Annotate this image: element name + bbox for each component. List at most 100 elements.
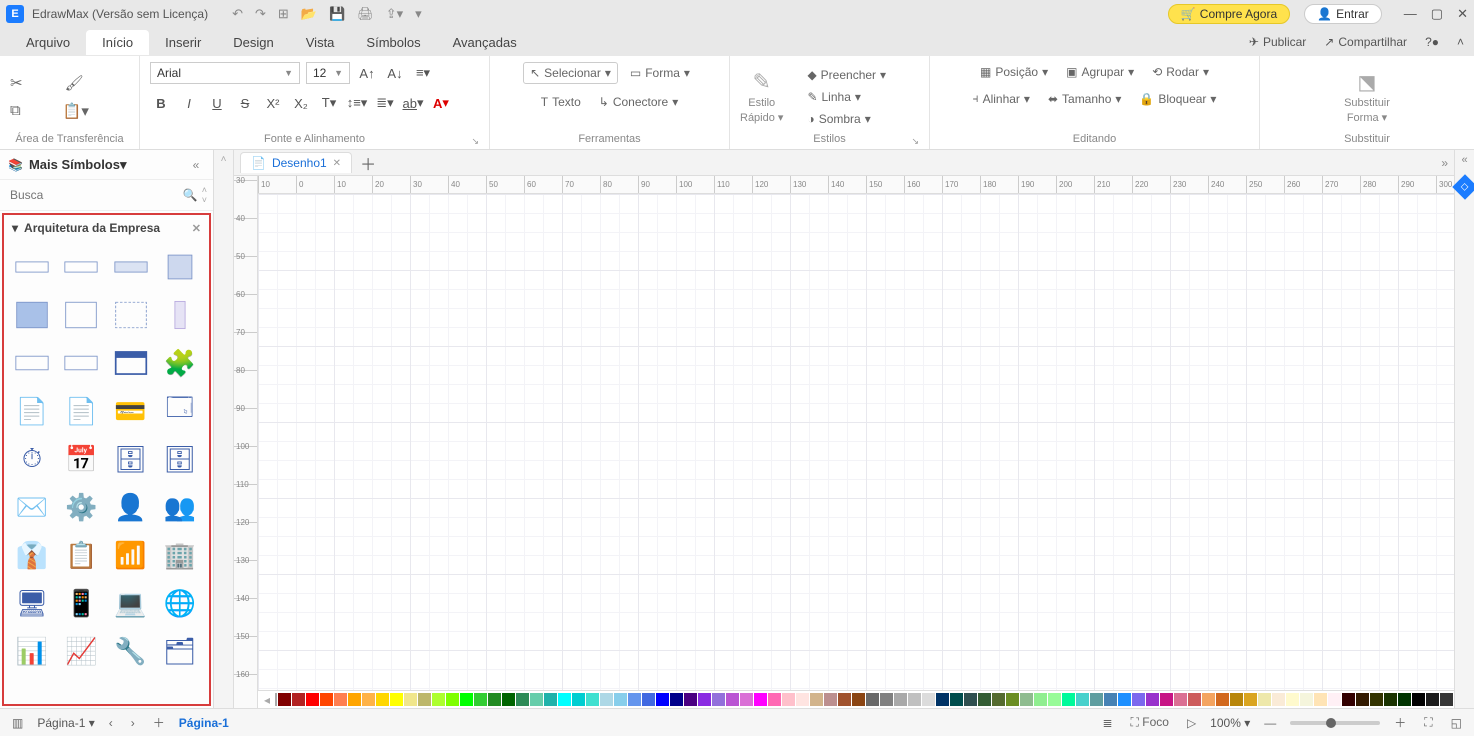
color-swatch[interactable] xyxy=(474,693,487,706)
color-swatch[interactable] xyxy=(628,693,641,706)
line-button[interactable]: ✎ Linha ▾ xyxy=(801,87,892,107)
symbol-5[interactable] xyxy=(61,297,101,333)
color-swatch[interactable] xyxy=(502,693,515,706)
symbol-29[interactable]: 📱 xyxy=(61,585,101,621)
symbol-2[interactable] xyxy=(111,249,151,285)
qat-more-icon[interactable]: ▾ xyxy=(415,6,422,22)
prev-page-icon[interactable]: ‹ xyxy=(105,716,117,730)
symbol-30[interactable]: 💻 xyxy=(111,585,151,621)
color-swatch[interactable] xyxy=(978,693,991,706)
undo-icon[interactable]: ↶ xyxy=(232,6,243,22)
color-swatch[interactable] xyxy=(712,693,725,706)
symbol-4[interactable] xyxy=(12,297,52,333)
color-swatch[interactable] xyxy=(1342,693,1355,706)
zoom-out-icon[interactable]: — xyxy=(1260,716,1280,730)
symbol-7[interactable] xyxy=(160,297,200,333)
color-swatch[interactable] xyxy=(516,693,529,706)
page-selector[interactable]: Página-1 ▾ xyxy=(37,716,94,730)
select-tool-button[interactable]: ↖ Selecionar ▾ xyxy=(523,62,618,84)
color-swatch[interactable] xyxy=(656,693,669,706)
presentation-icon[interactable]: ▷ xyxy=(1183,716,1200,730)
color-swatch[interactable] xyxy=(1174,693,1187,706)
color-swatch[interactable] xyxy=(1426,693,1439,706)
search-down-icon[interactable]: ˅ xyxy=(202,195,207,205)
symbol-17[interactable]: 📅 xyxy=(61,441,101,477)
group-button[interactable]: ▣ Agrupar ▾ xyxy=(1060,62,1140,82)
color-swatch[interactable] xyxy=(544,693,557,706)
add-document-icon[interactable]: ＋ xyxy=(360,151,376,175)
tab-inserir[interactable]: Inserir xyxy=(149,30,217,55)
tab-símbolos[interactable]: Símbolos xyxy=(350,30,436,55)
symbol-31[interactable]: 🌐 xyxy=(160,585,200,621)
pages-panel-icon[interactable]: ▥ xyxy=(8,716,27,730)
color-swatch[interactable] xyxy=(796,693,809,706)
size-button[interactable]: ⬌ Tamanho ▾ xyxy=(1042,89,1127,109)
symbol-26[interactable]: 📶 xyxy=(111,537,151,573)
color-swatch[interactable] xyxy=(1244,693,1257,706)
color-swatch[interactable] xyxy=(768,693,781,706)
color-swatch[interactable] xyxy=(726,693,739,706)
color-swatch[interactable] xyxy=(1440,693,1453,706)
color-swatch[interactable] xyxy=(530,693,543,706)
search-up-icon[interactable]: ˄ xyxy=(202,185,207,195)
color-swatch[interactable] xyxy=(418,693,431,706)
symbol-6[interactable] xyxy=(111,297,151,333)
symbol-20[interactable]: ✉️ xyxy=(12,489,52,525)
color-swatch[interactable] xyxy=(348,693,361,706)
color-swatch[interactable] xyxy=(1020,693,1033,706)
color-swatch[interactable] xyxy=(432,693,445,706)
color-swatch[interactable] xyxy=(572,693,585,706)
strikethrough-button[interactable]: S xyxy=(234,92,256,114)
color-swatch[interactable] xyxy=(754,693,767,706)
color-swatch[interactable] xyxy=(950,693,963,706)
export-icon[interactable]: ⇪▾ xyxy=(386,6,403,22)
shrink-font-icon[interactable]: A↓ xyxy=(384,62,406,84)
symbol-32[interactable]: 📊 xyxy=(12,633,52,669)
shape-tool-button[interactable]: ▭ Forma ▾ xyxy=(624,63,696,83)
color-swatch[interactable] xyxy=(1104,693,1117,706)
grow-font-icon[interactable]: A↑ xyxy=(356,62,378,84)
focus-mode-button[interactable]: ⛶ Foco xyxy=(1127,715,1173,730)
color-swatch[interactable] xyxy=(558,693,571,706)
rail-up-icon[interactable]: ˄ xyxy=(221,154,227,165)
symbol-22[interactable]: 👤 xyxy=(111,489,151,525)
symbol-19[interactable]: 🗄 xyxy=(160,441,200,477)
page-tab[interactable]: Página-1 xyxy=(179,716,229,730)
superscript-button[interactable]: X² xyxy=(262,92,284,114)
tab-design[interactable]: Design xyxy=(217,30,289,55)
color-swatch[interactable] xyxy=(1286,693,1299,706)
add-page-icon[interactable]: ＋ xyxy=(149,714,169,731)
fullscreen-icon[interactable]: ◱ xyxy=(1447,716,1466,730)
layers-icon[interactable]: ≣ xyxy=(1098,716,1116,730)
color-swatch[interactable] xyxy=(1006,693,1019,706)
color-swatch[interactable] xyxy=(838,693,851,706)
document-tab[interactable]: 📄 Desenho1 ✕ xyxy=(240,152,352,173)
color-swatch[interactable] xyxy=(936,693,949,706)
color-swatch[interactable] xyxy=(1202,693,1215,706)
color-swatch[interactable] xyxy=(740,693,753,706)
right-panel-shape-icon[interactable]: ◇ xyxy=(1452,174,1474,199)
zoom-slider[interactable] xyxy=(1290,721,1380,725)
new-icon[interactable]: ⊞ xyxy=(278,6,289,22)
subscript-button[interactable]: X₂ xyxy=(290,92,312,114)
symbol-12[interactable]: 📄 xyxy=(12,393,52,429)
format-painter-icon[interactable]: 🖌 xyxy=(65,74,84,92)
color-swatch[interactable] xyxy=(1076,693,1089,706)
search-icon[interactable]: 🔍 xyxy=(183,188,198,202)
color-swatch[interactable] xyxy=(908,693,921,706)
color-swatch[interactable] xyxy=(1034,693,1047,706)
color-swatch[interactable] xyxy=(1090,693,1103,706)
color-swatch[interactable] xyxy=(992,693,1005,706)
color-swatch[interactable] xyxy=(1398,693,1411,706)
lock-button[interactable]: 🔒 Bloquear ▾ xyxy=(1133,89,1222,109)
open-icon[interactable]: 📂 xyxy=(301,6,317,22)
symbol-1[interactable] xyxy=(61,249,101,285)
symbol-3[interactable] xyxy=(160,249,200,285)
symbol-13[interactable]: 📄 xyxy=(61,393,101,429)
login-button[interactable]: 👤 Entrar xyxy=(1304,4,1382,24)
color-swatch[interactable] xyxy=(404,693,417,706)
color-swatch[interactable] xyxy=(1356,693,1369,706)
doc-tabs-collapse-icon[interactable]: » xyxy=(1441,156,1448,170)
color-swatch[interactable] xyxy=(1384,693,1397,706)
replace-shape-icon[interactable]: ⬔ xyxy=(1358,70,1377,95)
